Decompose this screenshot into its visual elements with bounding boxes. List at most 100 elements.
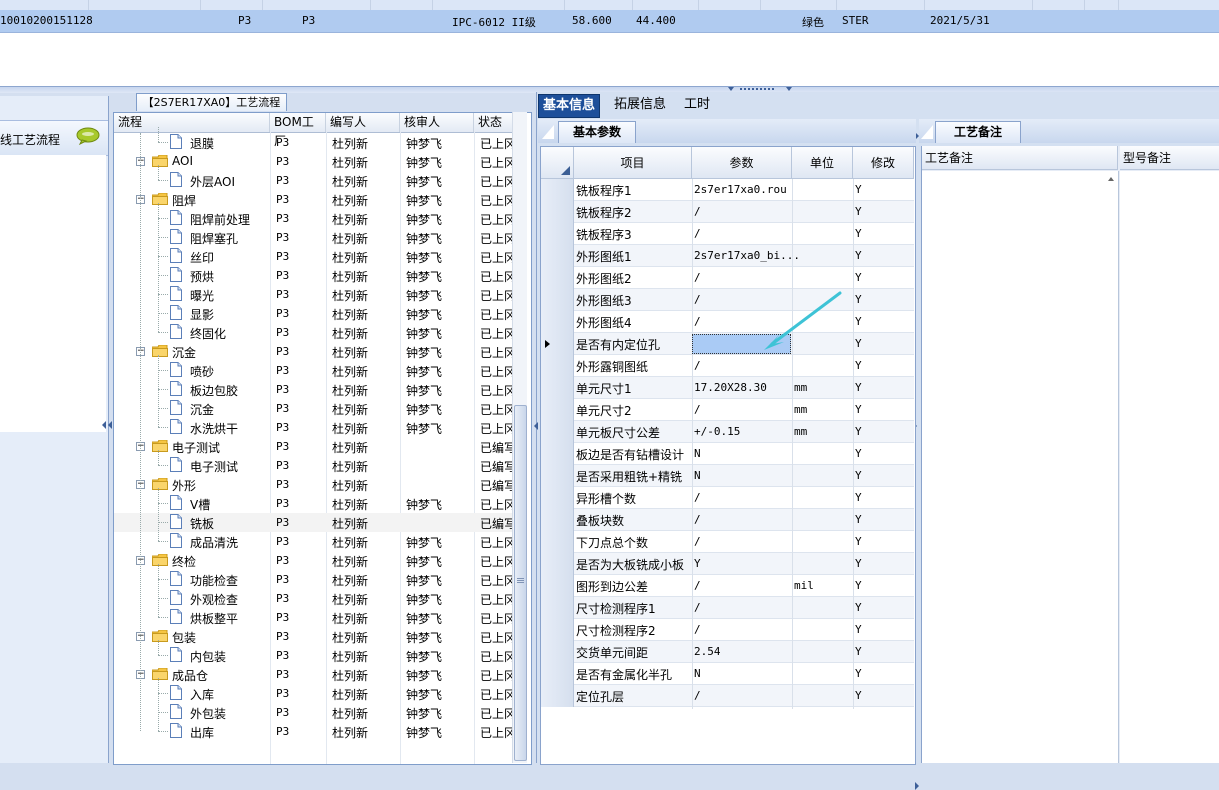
tree-row[interactable]: 丝印 P3 杜列新 钟梦飞 已上冈	[114, 247, 516, 266]
basic-params-tab[interactable]: 基本参数	[558, 121, 636, 143]
col-header-modify[interactable]: 修改	[853, 147, 914, 179]
param-row[interactable]: 外形露铜图纸 / Y	[541, 355, 914, 377]
tree-row[interactable]: − 成品仓 P3 杜列新 钟梦飞 已上冈	[114, 665, 516, 684]
param-row[interactable]: 外形图纸2 / Y	[541, 267, 914, 289]
tree-row[interactable]: 喷砂 P3 杜列新 钟梦飞 已上冈	[114, 361, 516, 380]
row-header[interactable]	[541, 685, 574, 707]
param-row[interactable]: 定位孔层 / Y	[541, 685, 914, 707]
tree-row[interactable]: 外层AOI P3 杜列新 钟梦飞 已上冈	[114, 171, 516, 190]
row-header[interactable]	[541, 641, 574, 663]
row-header[interactable]	[541, 245, 574, 267]
tree-row[interactable]: V槽 P3 杜列新 钟梦飞 已上冈	[114, 494, 516, 513]
tab-basic-info[interactable]: 基本信息	[538, 94, 601, 118]
scroll-up-icon[interactable]	[1108, 177, 1114, 181]
param-row[interactable]: 铣板程序3 / Y	[541, 223, 914, 245]
col-header-unit[interactable]: 单位	[792, 147, 853, 179]
param-row[interactable]: 尺寸检测程序2 / Y	[541, 619, 914, 641]
param-value[interactable]: Y	[694, 557, 701, 570]
collapse-arrow-icon[interactable]	[728, 87, 734, 91]
tree-row[interactable]: 曝光 P3 杜列新 钟梦飞 已上冈	[114, 285, 516, 304]
col-header-bom[interactable]: BOM工厂	[270, 113, 326, 148]
tree-row[interactable]: 烘板整平 P3 杜列新 钟梦飞 已上冈	[114, 608, 516, 627]
param-row[interactable]: 铣板程序1 2s7er17xa0.rou Y	[541, 179, 914, 201]
param-value[interactable]: N	[694, 447, 701, 460]
tree-row[interactable]: 铣板 P3 杜列新 已编写	[114, 513, 516, 532]
tree-row[interactable]: 入库 P3 杜列新 钟梦飞 已上冈	[114, 684, 516, 703]
tree-row[interactable]: 外观检查 P3 杜列新 钟梦飞 已上冈	[114, 589, 516, 608]
tab-extended-info[interactable]: 拓展信息	[610, 94, 670, 116]
tree-row[interactable]: − 包装 P3 杜列新 钟梦飞 已上冈	[114, 627, 516, 646]
process-remark-text[interactable]	[922, 171, 1119, 763]
tree-row[interactable]: − AOI P3 杜列新 钟梦飞 已上冈	[114, 152, 516, 171]
tree-row[interactable]: − 阻焊 P3 杜列新 钟梦飞 已上冈	[114, 190, 516, 209]
row-header[interactable]	[541, 289, 574, 311]
param-row[interactable]: 铣板程序2 / Y	[541, 201, 914, 223]
col-header-item[interactable]: 项目	[574, 147, 692, 179]
tree-row[interactable]: 显影 P3 杜列新 钟梦飞 已上冈	[114, 304, 516, 323]
param-row[interactable]: 单元板尺寸公差 +/-0.15 mm Y	[541, 421, 914, 443]
param-row[interactable]: 交货单元间距 2.54 Y	[541, 641, 914, 663]
param-value[interactable]: /	[694, 623, 701, 636]
model-remark-text[interactable]	[1120, 171, 1219, 763]
tree-row[interactable]: 成品清洗 P3 杜列新 钟梦飞 已上冈	[114, 532, 516, 551]
row-header[interactable]	[541, 619, 574, 641]
row-header[interactable]	[541, 531, 574, 553]
param-value[interactable]: /	[694, 359, 701, 372]
tree-row[interactable]: 功能检查 P3 杜列新 钟梦飞 已上冈	[114, 570, 516, 589]
top-grid-selected-row[interactable]: 10010200151128 P3 P3 IPC-6012 II级 58.600…	[0, 10, 1219, 33]
tree-row[interactable]: 终固化 P3 杜列新 钟梦飞 已上冈	[114, 323, 516, 342]
tree-panel-tab[interactable]: 【2S7ER17XA0】工艺流程	[136, 93, 287, 111]
param-row[interactable]: 外形图纸4 / Y	[541, 311, 914, 333]
param-value[interactable]: /	[694, 535, 701, 548]
tree-row[interactable]: − 电子测试 P3 杜列新 已编写	[114, 437, 516, 456]
col-header-reviewer[interactable]: 核审人	[400, 113, 474, 132]
param-value[interactable]: +/-0.15	[694, 425, 740, 438]
row-header[interactable]	[541, 597, 574, 619]
row-header[interactable]	[541, 465, 574, 487]
row-header[interactable]	[541, 333, 574, 355]
param-value[interactable]: 2.54	[694, 645, 721, 658]
param-row[interactable]: 是否采用粗铣+精铣 N Y	[541, 465, 914, 487]
param-value[interactable]: /	[694, 227, 701, 240]
tree-row[interactable]: 板边包胶 P3 杜列新 钟梦飞 已上冈	[114, 380, 516, 399]
row-header[interactable]	[541, 663, 574, 685]
tree-row[interactable]: − 终检 P3 杜列新 钟梦飞 已上冈	[114, 551, 516, 570]
param-row[interactable]: 单元尺寸1 17.20X28.30 mm Y	[541, 377, 914, 399]
tree-row[interactable]: 水洗烘干 P3 杜列新 钟梦飞 已上冈	[114, 418, 516, 437]
grid-corner[interactable]	[541, 147, 574, 179]
row-header[interactable]	[541, 399, 574, 421]
col-header-value[interactable]: 参数	[692, 147, 792, 179]
collapse-left-icon[interactable]	[534, 422, 538, 430]
tree-row[interactable]: 退膜 P3 杜列新 钟梦飞 已上冈	[114, 133, 516, 152]
row-header[interactable]	[541, 509, 574, 531]
tree-row[interactable]: 出库 P3 杜列新 钟梦飞 已上冈	[114, 722, 516, 741]
tree-row[interactable]: 电子测试 P3 杜列新 已编写	[114, 456, 516, 475]
param-value[interactable]: 2s7er17xa0_bi...	[694, 249, 800, 262]
collapse-right-icon[interactable]	[915, 782, 919, 790]
row-header[interactable]	[541, 311, 574, 333]
collapse-arrow-icon[interactable]	[786, 87, 792, 91]
col-header-status[interactable]: 状态	[474, 113, 514, 132]
row-header[interactable]	[541, 443, 574, 465]
tree-row[interactable]: 阻焊塞孔 P3 杜列新 钟梦飞 已上冈	[114, 228, 516, 247]
param-value[interactable]: /	[694, 271, 701, 284]
param-row[interactable]: 是否为大板铣成小板 Y Y	[541, 553, 914, 575]
row-header[interactable]	[541, 223, 574, 245]
param-value[interactable]: N	[694, 667, 701, 680]
tree-row[interactable]: 沉金 P3 杜列新 钟梦飞 已上冈	[114, 399, 516, 418]
param-value[interactable]: /	[694, 601, 701, 614]
tree-row[interactable]: 内包装 P3 杜列新 钟梦飞 已上冈	[114, 646, 516, 665]
col-header-model-remark[interactable]: 型号备注	[1120, 146, 1219, 170]
tab-work-hours[interactable]: 工时	[680, 94, 714, 116]
tree-scrollbar-thumb[interactable]	[514, 405, 527, 761]
param-row[interactable]: 是否有金属化半孔 N Y	[541, 663, 914, 685]
row-header[interactable]	[541, 201, 574, 223]
param-row[interactable]: 尺寸检测程序1 / Y	[541, 597, 914, 619]
row-header[interactable]	[541, 179, 574, 201]
row-header[interactable]	[541, 377, 574, 399]
param-row[interactable]: 单元尺寸2 / mm Y	[541, 399, 914, 421]
param-row[interactable]: 图形到边公差 / mil Y	[541, 575, 914, 597]
remarks-tab[interactable]: 工艺备注	[935, 121, 1021, 143]
col-header-process[interactable]: 流程	[114, 113, 270, 132]
col-header-process-remark[interactable]: 工艺备注	[922, 146, 1118, 170]
